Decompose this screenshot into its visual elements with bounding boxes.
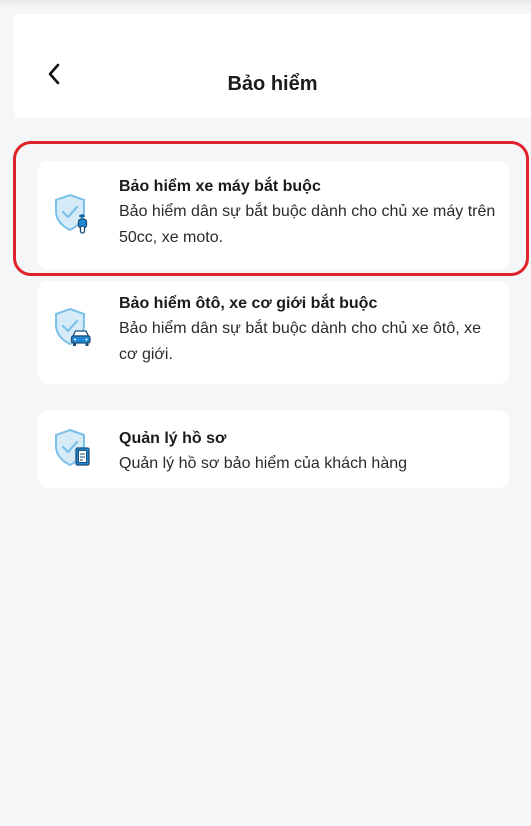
card-description: Bảo hiểm dân sự bắt buộc dành cho chủ xe… xyxy=(119,320,482,363)
app-header: Bảo hiểm xyxy=(14,14,531,118)
card-title: Bảo hiểm xe máy bắt buộc xyxy=(119,178,321,195)
card-title: Quản lý hồ sơ xyxy=(119,430,227,447)
main-content: Bảo hiểm xe máy bắt buộc Bảo hiểm dân sự… xyxy=(14,118,531,826)
page-title: Bảo hiểm xyxy=(227,73,318,95)
insurance-card-motorbike[interactable]: Bảo hiểm xe máy bắt buộc Bảo hiểm dân sự… xyxy=(38,161,509,269)
card-title: Bảo hiểm ôtô, xe cơ giới bắt buộc xyxy=(119,295,378,312)
shield-car-icon xyxy=(55,307,91,346)
card-description: Bảo hiểm dân sự bắt buộc dành cho chủ xe… xyxy=(119,203,496,246)
records-management-card[interactable]: Quản lý hồ sơ Quản lý hồ sơ bảo hiểm của… xyxy=(38,410,509,488)
card-description: Quản lý hồ sơ bảo hiểm của khách hàng xyxy=(119,455,408,472)
shield-document-icon xyxy=(55,428,90,467)
insurance-card-car[interactable]: Bảo hiểm ôtô, xe cơ giới bắt buộc Bảo hi… xyxy=(38,281,509,384)
shield-motorbike-icon xyxy=(55,193,88,234)
status-bar-area xyxy=(0,0,531,10)
